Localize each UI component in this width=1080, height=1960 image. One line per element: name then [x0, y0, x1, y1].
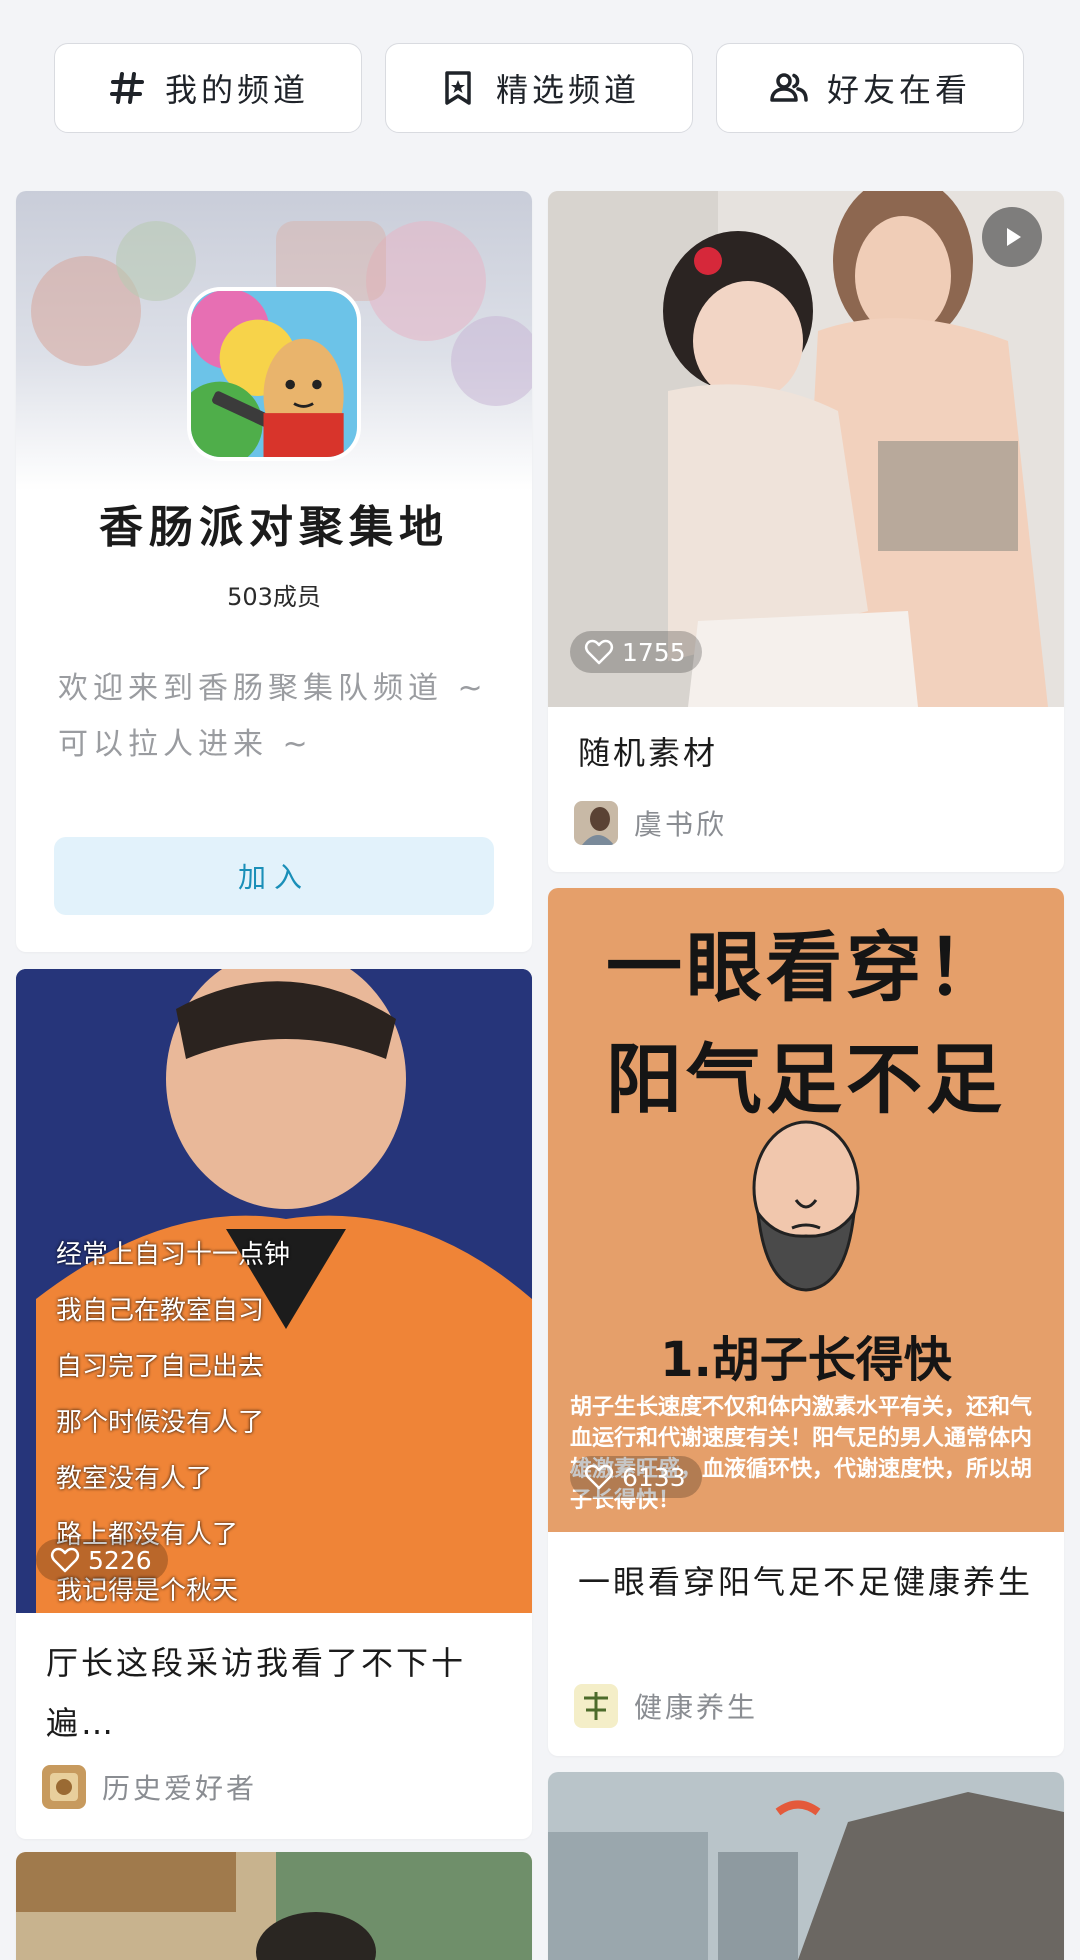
like-count[interactable]: 5226: [36, 1539, 168, 1581]
poster-point: 1.胡子长得快: [660, 1332, 952, 1388]
channel-tabs-bar: 我的频道 精选频道 好友在看: [0, 0, 1080, 150]
join-button[interactable]: 加入: [54, 837, 494, 915]
author-name: 历史爱好者: [102, 1772, 258, 1805]
post-thumbnail: 经常上自习十一点钟 我自己在教室自习 自习完了自己出去 那个时候没有人了 教室没…: [16, 969, 532, 1613]
post-thumbnail-partial: [548, 1772, 1064, 1960]
post-card[interactable]: 一眼看穿！ 阳气足不足 1.胡子长得快 胡子生长速度不仅和体内激素水平有关，还和…: [548, 888, 1064, 1756]
post-card-partial[interactable]: [548, 1772, 1064, 1960]
tab-my-channels[interactable]: 我的频道: [54, 43, 362, 133]
tab-label: 我的频道: [164, 71, 309, 109]
subtitle-line: 教室没有人了: [56, 1464, 213, 1494]
post-title: 随机素材: [578, 734, 719, 772]
subtitle-line: 经常上自习十一点钟: [56, 1240, 291, 1270]
author-name: 虞书欣: [634, 808, 728, 841]
tab-featured-channels[interactable]: 精选频道: [385, 43, 693, 133]
post-author[interactable]: 历史爱好者: [42, 1765, 257, 1809]
post-card[interactable]: 经常上自习十一点钟 我自己在教室自习 自习完了自己出去 那个时候没有人了 教室没…: [16, 969, 532, 1839]
mother-child-photo: [548, 191, 1064, 707]
like-count-value: 5226: [88, 1545, 152, 1575]
channel-member-count: 503成员: [227, 583, 321, 611]
post-thumbnail: [548, 191, 1064, 707]
subtitle-line: 我自己在教室自习: [56, 1296, 265, 1326]
post-thumbnail: 一眼看穿！ 阳气足不足 1.胡子长得快 胡子生长速度不仅和体内激素水平有关，还和…: [548, 888, 1064, 1532]
post-title: 厅长这段采访我看了不下十遍…: [46, 1644, 467, 1742]
post-author[interactable]: 虞书欣: [574, 801, 727, 845]
like-count[interactable]: 1755: [570, 631, 702, 673]
post-author[interactable]: 健康养生: [574, 1684, 758, 1728]
author-avatar: [574, 801, 618, 845]
author-avatar: [42, 1765, 86, 1809]
post-thumbnail-partial: [16, 1852, 532, 1960]
post-card[interactable]: 1755 随机素材 虞书欣: [548, 191, 1064, 872]
subtitle-line: 自习完了自己出去: [56, 1352, 265, 1382]
heart-icon: [584, 639, 614, 665]
post-card-partial[interactable]: [16, 1852, 532, 1960]
play-icon[interactable]: [982, 207, 1042, 267]
bearded-face-illustration: [752, 1120, 860, 1292]
heart-icon: [50, 1547, 80, 1573]
channel-avatar: [187, 287, 361, 461]
channel-card[interactable]: 香肠派对聚集地 503成员 欢迎来到香肠聚集队频道 ~ 可以拉人进来 ~ 加入: [16, 191, 532, 952]
like-count[interactable]: 6133: [570, 1456, 702, 1498]
tab-friends-watching[interactable]: 好友在看: [716, 43, 1024, 133]
author-name: 健康养生: [634, 1691, 759, 1724]
subtitle-line: 那个时候没有人了: [56, 1408, 265, 1438]
poster-headline: 一眼看穿！: [606, 923, 1006, 1012]
post-title: 一眼看穿阳气足不足健康养生: [578, 1563, 1034, 1601]
channel-name: 香肠派对聚集地: [99, 502, 449, 553]
poster-subheadline: 阳气足不足: [606, 1035, 1006, 1124]
hash-icon: [109, 72, 144, 104]
heart-icon: [584, 1464, 614, 1490]
channel-description: 欢迎来到香肠聚集队频道 ~ 可以拉人进来 ~: [58, 671, 488, 762]
tab-label: 精选频道: [495, 71, 640, 109]
author-avatar: [574, 1684, 618, 1728]
bookmark-star-icon: [445, 71, 471, 105]
tab-label: 好友在看: [826, 71, 971, 109]
friends-icon: [770, 73, 808, 102]
like-count-value: 1755: [622, 637, 686, 667]
like-count-value: 6133: [622, 1462, 686, 1492]
